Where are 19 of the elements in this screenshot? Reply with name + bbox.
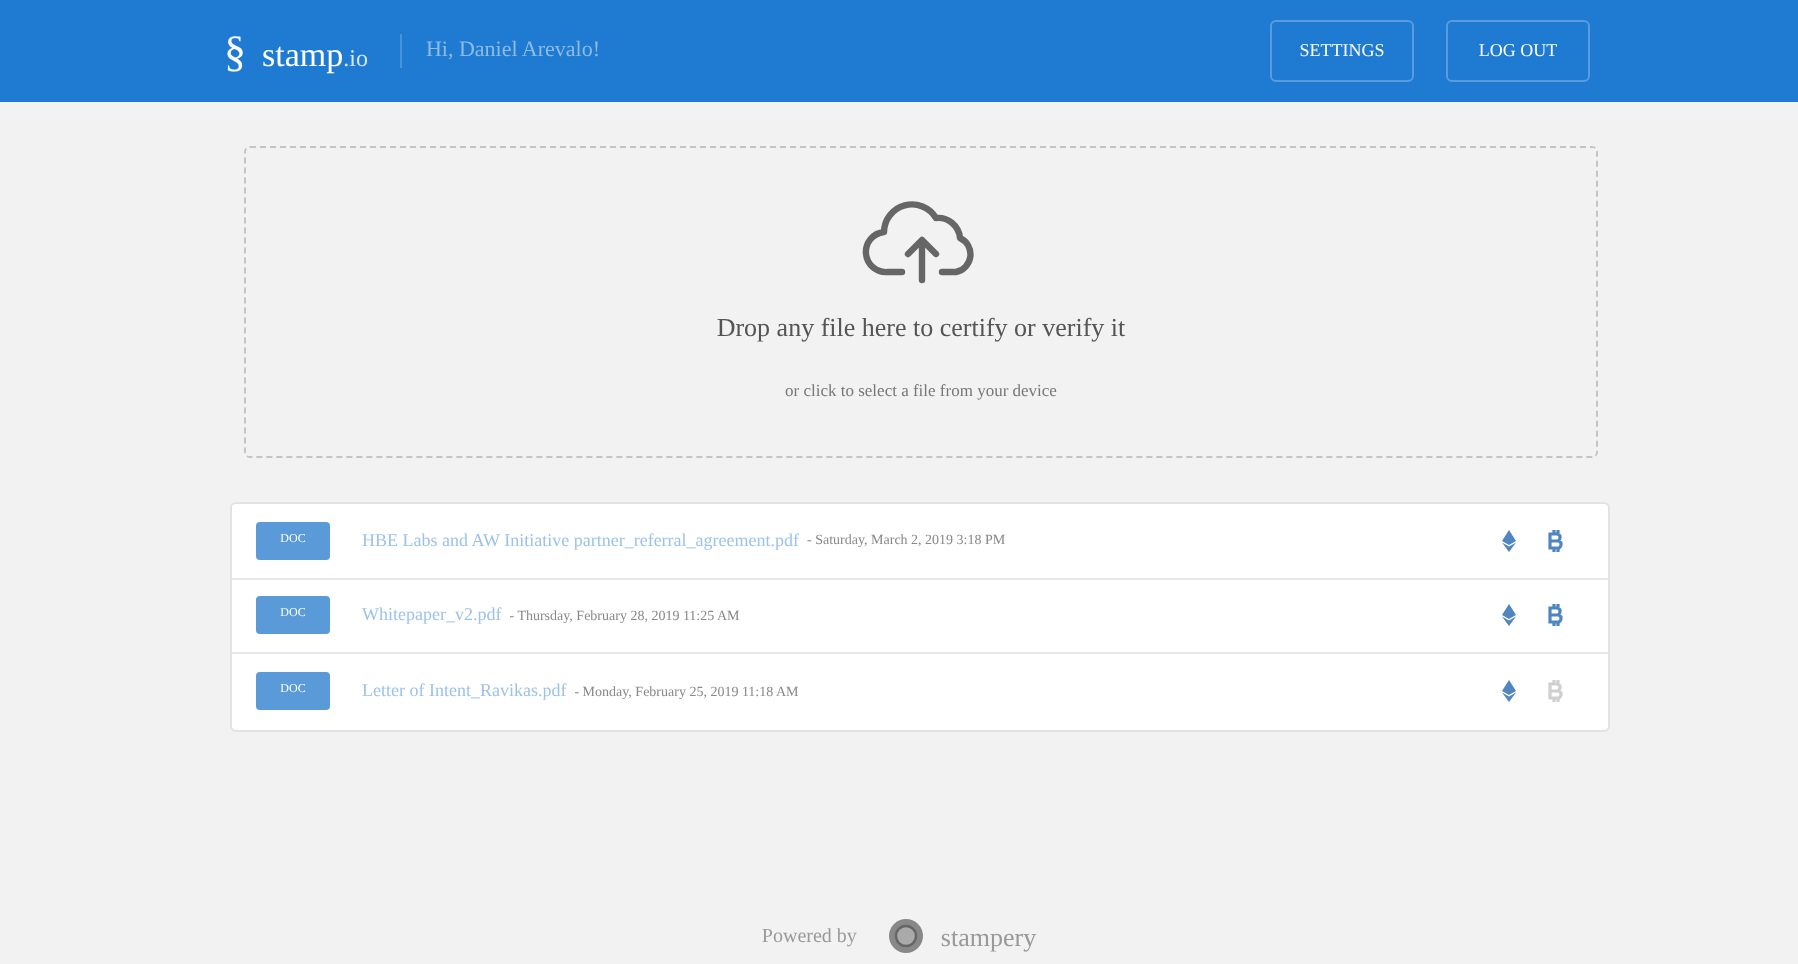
file-link[interactable]: HBE Labs and AW Initiative partner_referral_agreement.pdf bbox=[362, 527, 800, 554]
bitcoin-icon[interactable] bbox=[1548, 529, 1564, 552]
logo-name[interactable]: stamp.io bbox=[262, 30, 368, 82]
ethereum-icon[interactable] bbox=[1502, 680, 1516, 703]
stampery-logo-icon bbox=[888, 918, 925, 955]
logout-button[interactable]: LOG OUT bbox=[1446, 20, 1590, 82]
stampery-brand: stampery bbox=[940, 919, 1037, 956]
bitcoin-icon[interactable] bbox=[1548, 604, 1564, 627]
dropzone-subtitle: or click to select a file from your device bbox=[785, 378, 1057, 405]
ethereum-icon[interactable] bbox=[1502, 604, 1516, 627]
dropzone-title: Drop any file here to certify or verify it bbox=[716, 309, 1126, 346]
settings-button[interactable]: SETTINGS bbox=[1270, 20, 1414, 82]
greeting-text: Hi, Daniel Arevalo! bbox=[399, 34, 601, 68]
ethereum-icon[interactable] bbox=[1502, 529, 1516, 552]
powered-by-text: Powered by bbox=[761, 923, 857, 952]
file-link[interactable]: Letter of Intent_Ravikas.pdf bbox=[362, 678, 567, 705]
dropzone[interactable]: Drop any file here to certify or verify it or click to select a file from your device bbox=[244, 146, 1598, 458]
logo-mark[interactable]: § bbox=[224, 18, 246, 84]
file-link[interactable]: Whitepaper_v2.pdf bbox=[362, 602, 502, 629]
